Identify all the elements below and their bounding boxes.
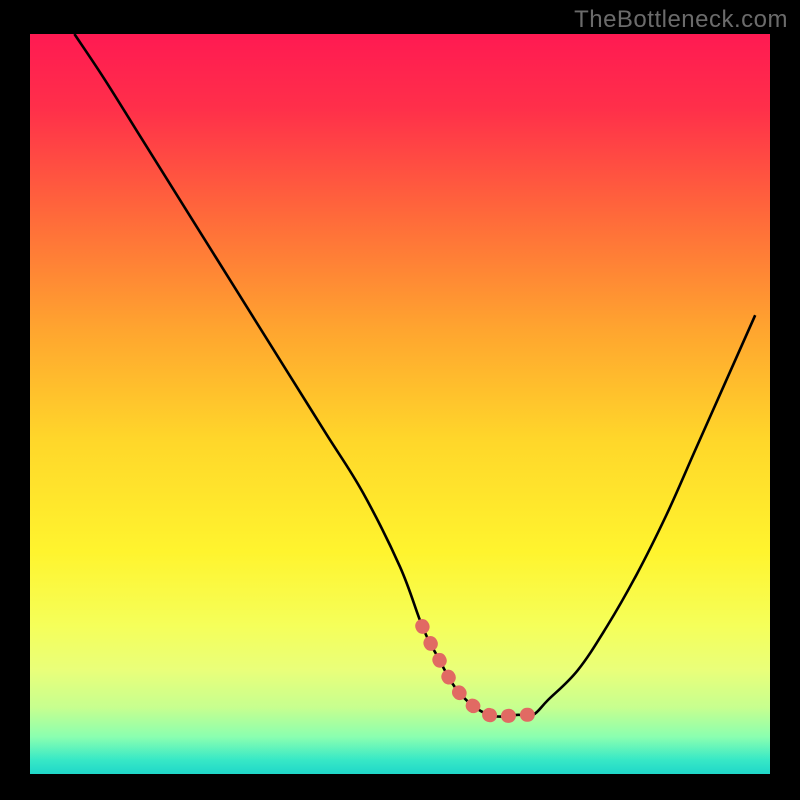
watermark-text: TheBottleneck.com: [574, 6, 788, 34]
plot-background: [30, 34, 770, 774]
chart-frame: TheBottleneck.com: [0, 0, 800, 800]
bottleneck-chart: [0, 0, 800, 800]
